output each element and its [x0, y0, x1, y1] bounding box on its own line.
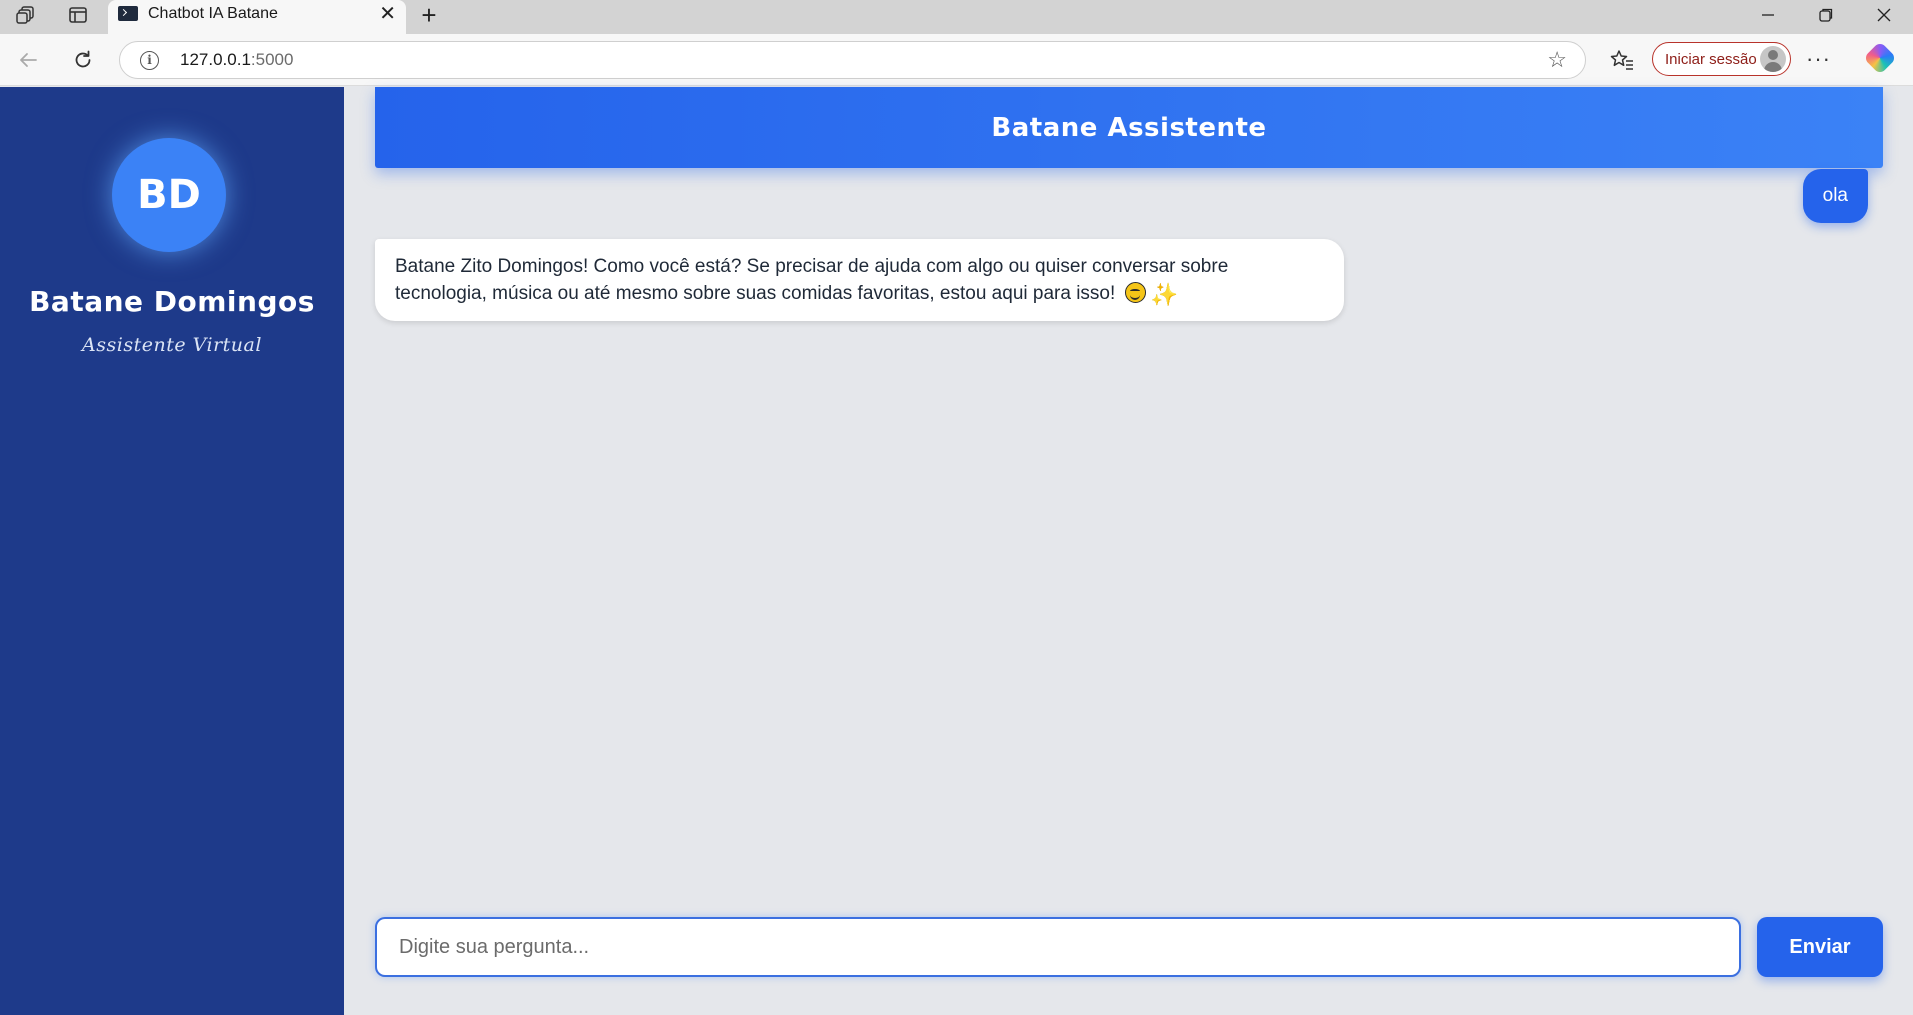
bot-message: Batane Zito Domingos! Como você está? Se…: [375, 239, 1344, 321]
profile-avatar-icon: [1760, 46, 1786, 72]
collections-icon[interactable]: [4, 0, 48, 30]
active-tab[interactable]: Chatbot IA Batane ✕: [108, 0, 406, 34]
restore-icon[interactable]: [1797, 0, 1855, 30]
chat-area: Batane Assistente ola Batane Zito Doming…: [344, 87, 1913, 1015]
smile-emoji-icon: [1124, 282, 1146, 303]
signin-button[interactable]: Iniciar sessão: [1652, 42, 1791, 76]
chat-header: Batane Assistente: [375, 87, 1883, 168]
close-window-icon[interactable]: [1855, 0, 1913, 30]
tab-title: Chatbot IA Batane: [148, 5, 278, 22]
browser-toolbar: i 127.0.0.1:5000 ☆ Iniciar sessão ···: [0, 34, 1913, 86]
favorite-star-icon[interactable]: ☆: [1547, 47, 1567, 73]
sidebar: BD Batane Domingos Assistente Virtual: [0, 87, 344, 1015]
tab-actions-icon[interactable]: [56, 0, 100, 30]
address-bar[interactable]: i 127.0.0.1:5000 ☆: [119, 41, 1586, 79]
browser-tab-strip: Chatbot IA Batane ✕ +: [0, 0, 1913, 34]
chat-title: Batane Assistente: [991, 112, 1267, 143]
assistant-role: Assistente Virtual: [82, 334, 262, 356]
site-info-icon[interactable]: i: [140, 51, 159, 70]
terminal-favicon-icon: [118, 6, 138, 21]
copilot-icon[interactable]: [1863, 41, 1897, 75]
refresh-icon[interactable]: [65, 42, 101, 78]
favorites-icon[interactable]: [1604, 42, 1640, 78]
assistant-name: Batane Domingos: [29, 285, 315, 318]
avatar: BD: [112, 138, 226, 252]
back-icon[interactable]: [10, 42, 46, 78]
new-tab-icon[interactable]: +: [412, 0, 446, 30]
signin-label: Iniciar sessão: [1665, 51, 1757, 68]
send-button[interactable]: Enviar: [1757, 917, 1883, 977]
minimize-icon[interactable]: [1739, 0, 1797, 30]
sparkle-emoji-icon: ✨: [1150, 282, 1179, 308]
close-tab-icon[interactable]: ✕: [379, 3, 396, 25]
url-text: 127.0.0.1:5000: [180, 50, 294, 69]
user-message: ola: [1802, 169, 1868, 223]
question-input[interactable]: [375, 917, 1741, 977]
bot-message-text: Batane Zito Domingos! Como você está? Se…: [395, 256, 1229, 304]
more-icon[interactable]: ···: [1806, 46, 1831, 72]
